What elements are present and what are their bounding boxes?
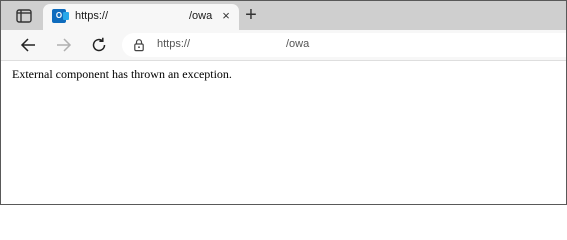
back-arrow-icon (20, 38, 35, 52)
error-message: External component has thrown an excepti… (12, 67, 232, 81)
refresh-icon (92, 37, 106, 52)
new-tab-button[interactable]: + (242, 5, 260, 25)
tab-title-suffix: /owa (189, 10, 213, 22)
tab-strip: O https:// /owa × + (1, 1, 566, 30)
url-text-prefix: https:// (157, 38, 191, 50)
url-text-suffix: /owa (286, 38, 310, 50)
tab-title-prefix: https:// (75, 10, 109, 22)
browser-window: O https:// /owa × + https:// /owa Extern… (0, 0, 567, 205)
address-bar[interactable]: https:// /owa (122, 33, 566, 57)
outlook-icon: O (52, 9, 69, 23)
toolbar: https:// /owa (1, 30, 566, 61)
refresh-button[interactable] (89, 35, 109, 55)
forward-button[interactable] (54, 35, 74, 55)
tab-actions-icon (16, 9, 32, 23)
lock-icon[interactable] (133, 38, 145, 52)
forward-arrow-icon (57, 38, 72, 52)
tab-close-button[interactable]: × (219, 8, 233, 24)
back-button[interactable] (18, 35, 38, 55)
tab-actions-button[interactable] (14, 8, 34, 24)
tab-outlook[interactable]: O https:// /owa × (43, 4, 239, 30)
page-content: External component has thrown an excepti… (1, 61, 566, 204)
